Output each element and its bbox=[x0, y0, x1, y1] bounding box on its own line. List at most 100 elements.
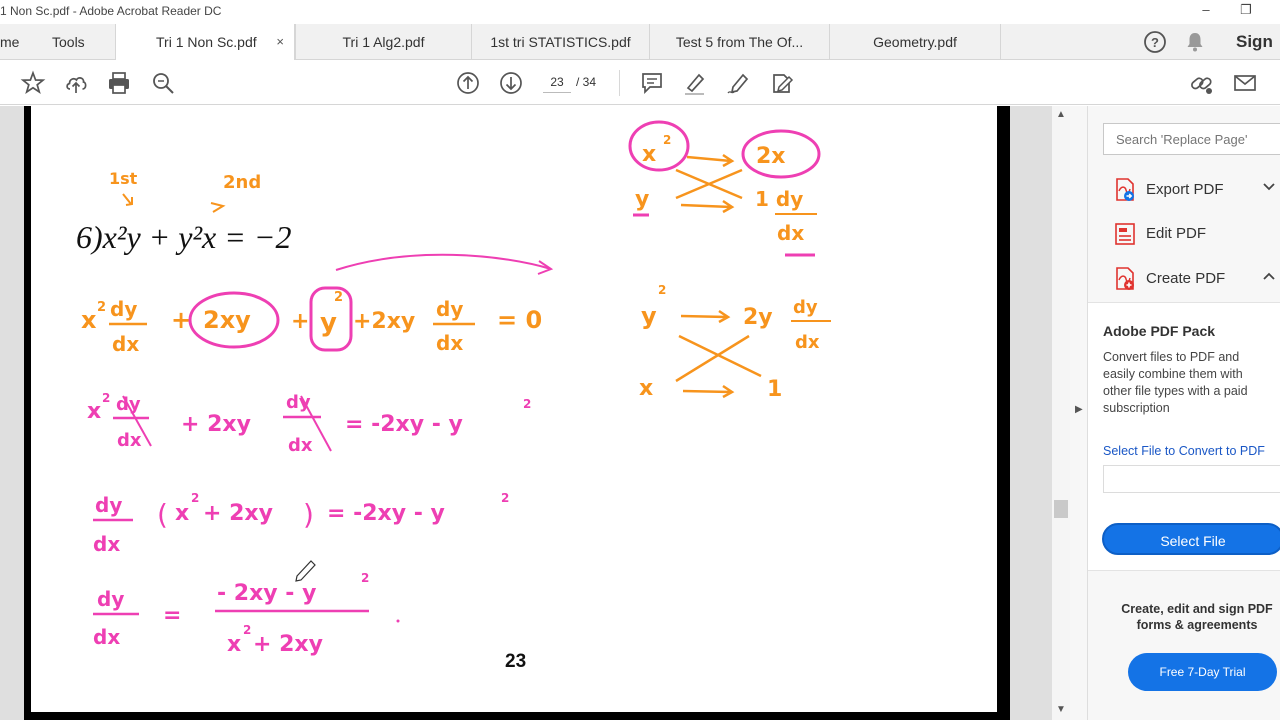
restore-button[interactable]: ❐ bbox=[1236, 2, 1256, 20]
svg-text:dy: dy bbox=[110, 297, 137, 321]
sign-pen-icon[interactable] bbox=[725, 70, 751, 96]
select-file-convert-link[interactable]: Select File to Convert to PDF bbox=[1103, 444, 1265, 458]
tool-export-pdf[interactable]: Export PDF bbox=[1088, 170, 1280, 210]
ink-line-2: x 2 dy dx + 2xy dy dx = -2xy - y 2 bbox=[87, 391, 531, 456]
close-tab-icon[interactable]: × bbox=[276, 24, 284, 60]
pack-title: Adobe PDF Pack bbox=[1103, 323, 1216, 339]
select-file-button[interactable]: Select File bbox=[1102, 523, 1280, 555]
help-icon[interactable]: ? bbox=[1143, 30, 1167, 54]
svg-text:dx: dx bbox=[288, 435, 313, 456]
ink-line-1: x 2 dy dx + 2xy + y 2 +2xy dy dx = 0 bbox=[81, 286, 542, 356]
pdf-page-number: 23 bbox=[505, 651, 526, 672]
ink-line-3: dy dx ( x 2 + 2xy ) = -2xy - y 2 bbox=[93, 491, 509, 556]
svg-text:dx: dx bbox=[93, 625, 120, 649]
toolbar: 23 / 34 bbox=[0, 60, 1280, 105]
svg-text:= 0: = 0 bbox=[497, 306, 542, 334]
tool-label: Export PDF bbox=[1146, 181, 1224, 198]
cloud-upload-icon[interactable] bbox=[63, 70, 89, 96]
svg-text:x: x bbox=[227, 632, 241, 657]
svg-text:dx: dx bbox=[117, 430, 142, 451]
window-title: 1 Non Sc.pdf - Adobe Acrobat Reader DC bbox=[0, 4, 222, 18]
tool-create-pdf[interactable]: Create PDF bbox=[1088, 259, 1280, 299]
svg-text:dy: dy bbox=[793, 297, 818, 318]
svg-text:x: x bbox=[87, 399, 101, 424]
minimize-button[interactable]: – bbox=[1196, 2, 1216, 20]
tab-tri-1-alg2[interactable]: Tri 1 Alg2.pdf bbox=[295, 24, 471, 60]
scroll-up-icon[interactable]: ▲ bbox=[1056, 109, 1066, 120]
svg-text:dx: dx bbox=[436, 331, 463, 355]
tab-bar: me Tools Tri 1 Non Sc.pdf × Tri 1 Alg2.p… bbox=[0, 24, 1280, 87]
svg-text:dy: dy bbox=[436, 297, 463, 321]
tab-geometry[interactable]: Geometry.pdf bbox=[829, 24, 1001, 60]
svg-text:2: 2 bbox=[501, 491, 509, 505]
page-total: / 34 bbox=[576, 75, 597, 89]
printed-equation: 6)x²y + y²x = −2 bbox=[76, 219, 291, 255]
sign-in-link[interactable]: Sign I bbox=[1236, 24, 1280, 87]
tools-search-input[interactable] bbox=[1103, 123, 1280, 155]
title-bar: 1 Non Sc.pdf - Adobe Acrobat Reader DC –… bbox=[0, 0, 1280, 24]
pdf-page: 6)x²y + y²x = −2 1st 2nd x 2 dy dx + 2xy… bbox=[24, 106, 1010, 720]
tab-label: 1st tri STATISTICS.pdf bbox=[490, 34, 631, 50]
svg-text:+ 2xy: + 2xy bbox=[253, 632, 323, 657]
ink-label-2nd: 2nd bbox=[223, 172, 261, 193]
pane-collapse-handle[interactable]: ▶ bbox=[1070, 106, 1088, 720]
svg-text:2: 2 bbox=[658, 283, 666, 297]
svg-text:?: ? bbox=[1151, 35, 1159, 50]
edit-pdf-icon bbox=[1115, 223, 1135, 245]
zoom-search-icon[interactable] bbox=[150, 70, 176, 96]
tab-test-5[interactable]: Test 5 from The Of... bbox=[649, 24, 829, 60]
home-nav[interactable]: me bbox=[0, 24, 19, 60]
document-view[interactable]: 6)x²y + y²x = −2 1st 2nd x 2 dy dx + 2xy… bbox=[0, 106, 1052, 720]
svg-text:= -2xy - y: = -2xy - y bbox=[327, 501, 445, 526]
svg-text:x: x bbox=[175, 501, 189, 526]
file-drop-field[interactable] bbox=[1103, 465, 1280, 493]
highlight-pen-icon[interactable] bbox=[682, 70, 708, 96]
comment-icon[interactable] bbox=[639, 70, 665, 96]
svg-text:y: y bbox=[635, 187, 649, 212]
svg-text:dy: dy bbox=[286, 392, 311, 413]
tab-label: Tri 1 Non Sc.pdf bbox=[156, 34, 257, 50]
next-page-icon[interactable] bbox=[498, 70, 524, 96]
previous-page-icon[interactable] bbox=[455, 70, 481, 96]
page-number-input[interactable]: 23 bbox=[543, 71, 571, 93]
svg-text:+ 2xy: + 2xy bbox=[181, 412, 251, 437]
svg-text:(: ( bbox=[157, 498, 168, 531]
free-trial-button[interactable]: Free 7-Day Trial bbox=[1128, 653, 1277, 691]
svg-text:2: 2 bbox=[97, 300, 106, 315]
svg-text:x: x bbox=[642, 142, 656, 167]
svg-text:=: = bbox=[163, 603, 181, 628]
ink-label-1st: 1st bbox=[109, 169, 138, 188]
chevron-up-icon bbox=[1263, 272, 1275, 280]
svg-text:y: y bbox=[320, 308, 337, 338]
vertical-scrollbar[interactable]: ▲ ▼ bbox=[1052, 106, 1070, 720]
svg-text:2xy: 2xy bbox=[203, 306, 251, 334]
share-link-icon[interactable] bbox=[1188, 70, 1214, 96]
tools-nav[interactable]: Tools bbox=[52, 24, 85, 60]
svg-text:2x: 2x bbox=[756, 144, 786, 169]
tab-label: Test 5 from The Of... bbox=[675, 34, 804, 50]
notification-bell-icon[interactable] bbox=[1183, 30, 1207, 54]
pack-description: Convert files to PDF and easily combine … bbox=[1103, 350, 1248, 415]
svg-text:2: 2 bbox=[334, 290, 343, 305]
svg-text:1 dy: 1 dy bbox=[755, 187, 803, 211]
ink-arrow-curve bbox=[335, 253, 552, 271]
more-tools-icon[interactable] bbox=[1270, 70, 1280, 96]
print-icon[interactable] bbox=[106, 70, 132, 96]
svg-text:x: x bbox=[639, 376, 653, 401]
scroll-thumb[interactable] bbox=[1054, 500, 1068, 518]
svg-text:y: y bbox=[641, 302, 657, 330]
svg-text:+2xy: +2xy bbox=[353, 309, 415, 334]
collapse-arrow-icon[interactable]: ▶ bbox=[1075, 404, 1083, 415]
svg-text:2: 2 bbox=[523, 397, 531, 411]
bookmark-star-icon[interactable] bbox=[20, 70, 46, 96]
scroll-down-icon[interactable]: ▼ bbox=[1056, 704, 1066, 715]
toolbar-divider bbox=[619, 70, 620, 96]
tool-label: Edit PDF bbox=[1146, 225, 1207, 242]
tab-tri-1-non-sc[interactable]: Tri 1 Non Sc.pdf × bbox=[115, 24, 295, 61]
tab-1st-tri-statistics[interactable]: 1st tri STATISTICS.pdf bbox=[471, 24, 649, 60]
svg-text:2: 2 bbox=[361, 571, 369, 585]
tool-edit-pdf[interactable]: Edit PDF bbox=[1088, 214, 1280, 254]
fill-sign-icon[interactable] bbox=[769, 70, 795, 96]
ink-order-labels: 1st 2nd bbox=[109, 169, 261, 213]
email-icon[interactable] bbox=[1232, 70, 1258, 96]
